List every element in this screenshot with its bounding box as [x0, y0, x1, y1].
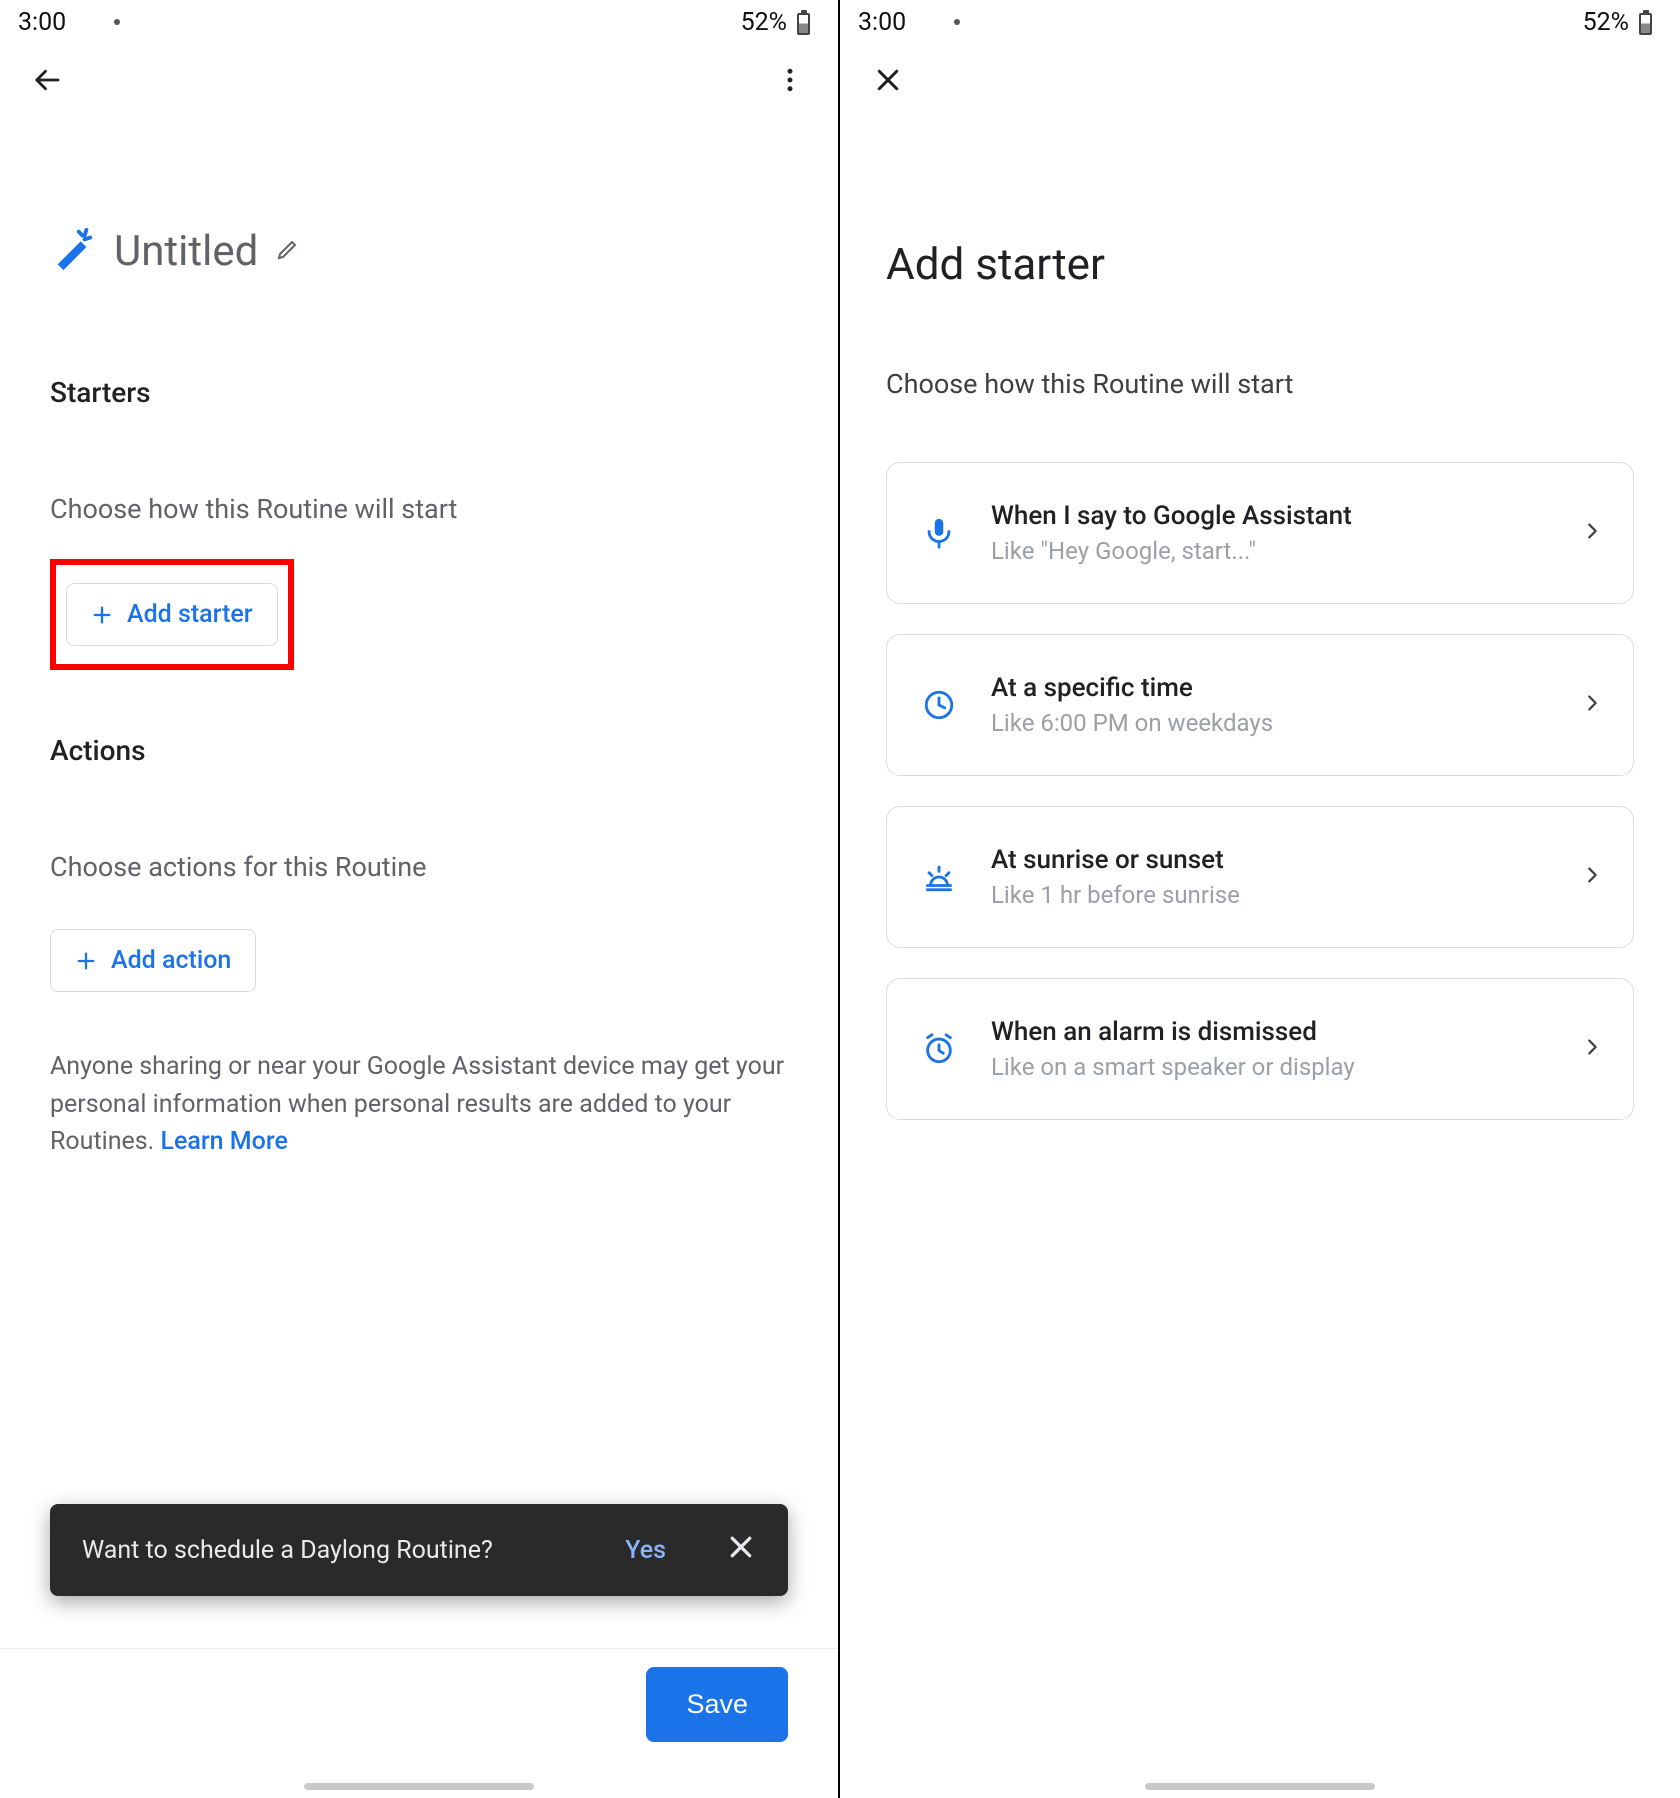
option-title: At a specific time [991, 673, 1551, 703]
starter-option-voice[interactable]: When I say to Google Assistant Like "Hey… [886, 462, 1634, 604]
routine-title-row: Untitled [50, 226, 788, 276]
add-starter-screen: 3:00 52% Add starter Choose how this Rou… [840, 0, 1680, 1798]
routine-edit-screen: 3:00 52% [0, 0, 840, 1798]
add-starter-label: Add starter [127, 600, 253, 629]
actions-subtitle: Choose actions for this Routine [50, 851, 788, 883]
battery-text: 52% [1583, 8, 1629, 37]
chevron-right-icon [1581, 520, 1603, 546]
daylong-routine-snackbar: Want to schedule a Daylong Routine? Yes [50, 1504, 788, 1596]
app-bar [0, 44, 838, 116]
app-bar [840, 44, 1680, 116]
home-indicator[interactable] [1145, 1783, 1375, 1790]
highlight-annotation: Add starter [50, 559, 294, 670]
bottom-action-bar: Save [0, 1648, 838, 1760]
edit-name-button[interactable] [276, 237, 300, 265]
snackbar-yes-button[interactable]: Yes [625, 1536, 666, 1565]
add-starter-button[interactable]: Add starter [66, 583, 278, 646]
add-starter-content: Add starter Choose how this Routine will… [840, 116, 1680, 1120]
option-desc: Like on a smart speaker or display [991, 1053, 1551, 1081]
page-title: Add starter [886, 238, 1634, 290]
clock-icon [917, 688, 961, 722]
more-notifications-dot [114, 19, 120, 25]
status-bar: 3:00 52% [840, 0, 1680, 44]
more-notifications-dot [954, 19, 960, 25]
option-desc: Like "Hey Google, start..." [991, 537, 1551, 565]
status-right: 52% [701, 8, 810, 37]
option-title: When an alarm is dismissed [991, 1017, 1551, 1047]
privacy-disclaimer: Anyone sharing or near your Google Assis… [50, 1048, 788, 1161]
chevron-right-icon [1581, 692, 1603, 718]
add-action-label: Add action [111, 946, 231, 975]
option-desc: Like 6:00 PM on weekdays [991, 709, 1551, 737]
close-button[interactable] [864, 56, 912, 104]
snackbar-text: Want to schedule a Daylong Routine? [82, 1536, 625, 1565]
back-button[interactable] [24, 56, 72, 104]
battery-text: 52% [741, 8, 787, 37]
chevron-right-icon [1581, 1036, 1603, 1062]
actions-heading: Actions [50, 734, 788, 767]
page-subtitle: Choose how this Routine will start [886, 368, 1634, 400]
battery-icon [797, 10, 810, 35]
starters-subtitle: Choose how this Routine will start [50, 493, 788, 525]
option-desc: Like 1 hr before sunrise [991, 881, 1551, 909]
status-left: 3:00 [858, 8, 960, 37]
starter-option-list: When I say to Google Assistant Like "Hey… [886, 462, 1634, 1120]
sunrise-icon [917, 860, 961, 894]
starter-option-time[interactable]: At a specific time Like 6:00 PM on weekd… [886, 634, 1634, 776]
clock-text: 3:00 [18, 8, 66, 37]
starters-heading: Starters [50, 376, 788, 409]
starter-option-sunrise[interactable]: At sunrise or sunset Like 1 hr before su… [886, 806, 1634, 948]
home-indicator[interactable] [304, 1783, 534, 1790]
learn-more-link[interactable]: Learn More [160, 1127, 287, 1156]
chevron-right-icon [1581, 864, 1603, 890]
option-title: When I say to Google Assistant [991, 501, 1551, 531]
overflow-menu-button[interactable] [766, 56, 814, 104]
option-title: At sunrise or sunset [991, 845, 1551, 875]
clock-text: 3:00 [858, 8, 906, 37]
routine-name: Untitled [114, 227, 258, 276]
status-bar: 3:00 52% [0, 0, 838, 44]
save-button[interactable]: Save [646, 1667, 788, 1742]
magic-wand-icon [50, 226, 96, 276]
alarm-clock-icon [917, 1032, 961, 1066]
status-left: 3:00 [18, 8, 120, 37]
battery-icon [1639, 10, 1652, 35]
starter-option-alarm[interactable]: When an alarm is dismissed Like on a sma… [886, 978, 1634, 1120]
add-action-button[interactable]: Add action [50, 929, 256, 992]
status-right: 52% [1543, 8, 1652, 37]
microphone-icon [917, 516, 961, 550]
snackbar-close-button[interactable] [726, 1532, 756, 1569]
